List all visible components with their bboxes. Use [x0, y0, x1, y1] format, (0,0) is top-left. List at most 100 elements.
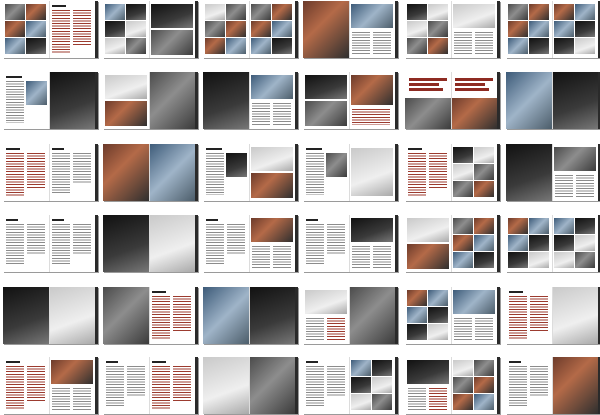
- book-spread-thumbnail[interactable]: [103, 287, 198, 344]
- page-text-block: [475, 32, 493, 54]
- page-photo: [453, 360, 473, 376]
- book-spread-thumbnail[interactable]: [405, 1, 500, 58]
- page-photo: [205, 38, 225, 54]
- book-spread-thumbnail[interactable]: [103, 144, 198, 201]
- page-text-block: [52, 10, 70, 54]
- right-page: [451, 144, 497, 201]
- book-spread-thumbnail[interactable]: [203, 72, 298, 129]
- page-photo: [506, 72, 552, 129]
- page-photo: [552, 72, 598, 129]
- page-photo: [251, 38, 271, 54]
- page-photo: [372, 394, 392, 410]
- right-page: [552, 215, 598, 272]
- page-photo: [407, 324, 427, 340]
- book-spread-thumbnail[interactable]: [203, 144, 298, 201]
- page-text-block: [273, 246, 291, 268]
- page-text-block: [306, 153, 324, 195]
- page-photo: [349, 287, 395, 344]
- left-page: [3, 215, 49, 272]
- page-photo: [226, 153, 247, 177]
- page-photo: [251, 21, 271, 37]
- page-text-block: [252, 246, 270, 268]
- book-spread-thumbnail[interactable]: [203, 287, 298, 344]
- left-page: [103, 215, 149, 272]
- book-spread-thumbnail[interactable]: [303, 357, 398, 414]
- right-page: [149, 357, 195, 414]
- book-spread-thumbnail[interactable]: [303, 215, 398, 272]
- right-page: [149, 1, 195, 58]
- book-spread-thumbnail[interactable]: [506, 215, 600, 272]
- book-spread-thumbnail[interactable]: [3, 357, 98, 414]
- book-spread-thumbnail[interactable]: [405, 357, 500, 414]
- page-photo: [407, 38, 427, 54]
- page-photo: [26, 38, 46, 54]
- page-photo: [407, 307, 427, 323]
- book-spread-thumbnail[interactable]: [103, 215, 198, 272]
- page-photo: [351, 360, 371, 376]
- book-spread-thumbnail[interactable]: [3, 72, 98, 129]
- book-spread-thumbnail[interactable]: [203, 215, 298, 272]
- page-photo: [151, 4, 193, 28]
- page-photo: [453, 4, 495, 28]
- left-page: [203, 215, 249, 272]
- page-title-banner: [409, 78, 447, 81]
- page-photo: [453, 181, 473, 197]
- book-spread-thumbnail[interactable]: [203, 1, 298, 58]
- page-photo: [5, 38, 25, 54]
- book-spread-thumbnail[interactable]: [103, 1, 198, 58]
- page-heading: [6, 219, 18, 221]
- page-photo: [508, 4, 528, 20]
- book-spread-thumbnail[interactable]: [405, 215, 500, 272]
- page-photo: [105, 75, 147, 99]
- page-photo: [407, 244, 449, 269]
- page-text-block: [576, 175, 594, 197]
- page-photo: [26, 21, 46, 37]
- book-spread-thumbnail[interactable]: [3, 287, 98, 344]
- page-heading: [152, 361, 166, 363]
- left-page: [405, 287, 451, 344]
- right-page: [451, 357, 497, 414]
- book-spread-thumbnail[interactable]: [405, 287, 500, 344]
- book-spread-thumbnail[interactable]: [203, 357, 298, 414]
- page-title-banner: [455, 78, 493, 81]
- page-photo: [508, 252, 528, 268]
- page-photo: [103, 287, 149, 344]
- book-spread-thumbnail[interactable]: [303, 1, 398, 58]
- book-spread-thumbnail[interactable]: [506, 1, 600, 58]
- book-spread-thumbnail[interactable]: [3, 215, 98, 272]
- page-photo: [554, 218, 574, 234]
- right-page: [49, 287, 95, 344]
- book-spread-thumbnail[interactable]: [506, 287, 600, 344]
- spread-thumbnail-grid: [0, 0, 600, 415]
- book-spread-thumbnail[interactable]: [506, 72, 600, 129]
- page-photo: [251, 4, 271, 20]
- left-page: [203, 1, 249, 58]
- book-spread-thumbnail[interactable]: [3, 144, 98, 201]
- page-photo: [372, 360, 392, 376]
- page-photo: [453, 218, 473, 234]
- book-spread-thumbnail[interactable]: [303, 287, 398, 344]
- book-spread-thumbnail[interactable]: [506, 357, 600, 414]
- book-spread-thumbnail[interactable]: [303, 144, 398, 201]
- page-photo: [251, 147, 293, 171]
- book-spread-thumbnail[interactable]: [103, 72, 198, 129]
- page-photo: [203, 72, 249, 129]
- book-spread-thumbnail[interactable]: [405, 144, 500, 201]
- page-text-block: [373, 246, 391, 268]
- page-text-block: [27, 366, 45, 402]
- right-page: [349, 72, 395, 129]
- left-page: [3, 357, 49, 414]
- book-spread-thumbnail[interactable]: [303, 72, 398, 129]
- page-heading: [152, 291, 166, 293]
- left-page: [303, 357, 349, 414]
- book-spread-thumbnail[interactable]: [405, 72, 500, 129]
- page-photo: [453, 377, 473, 393]
- page-text-block: [352, 32, 370, 54]
- book-spread-thumbnail[interactable]: [103, 357, 198, 414]
- book-spread-thumbnail[interactable]: [506, 144, 600, 201]
- book-spread-thumbnail[interactable]: [3, 1, 98, 58]
- page-photo: [251, 173, 293, 198]
- left-page: [3, 72, 49, 129]
- page-text-block: [530, 366, 548, 396]
- right-page: [149, 72, 195, 129]
